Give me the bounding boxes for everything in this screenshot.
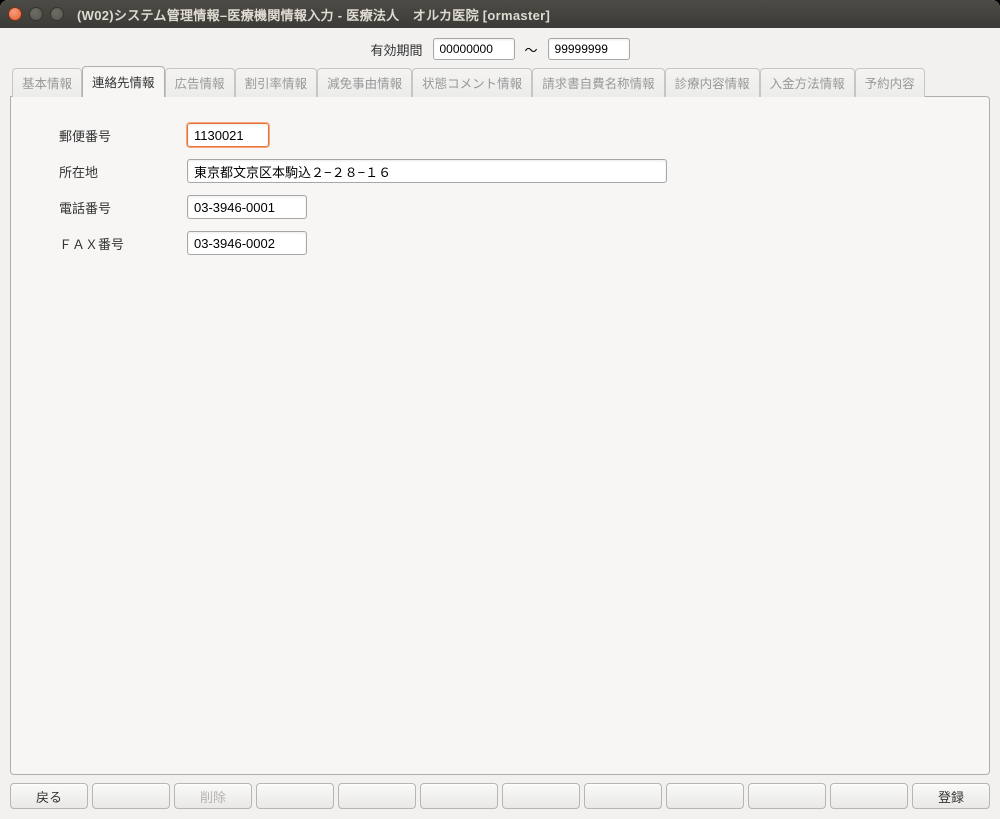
register-button[interactable]: 登録 <box>912 783 990 809</box>
button-4[interactable] <box>256 783 334 809</box>
close-icon[interactable] <box>8 7 22 21</box>
label-zip: 郵便番号 <box>41 126 187 145</box>
button-11[interactable] <box>830 783 908 809</box>
back-button[interactable]: 戻る <box>10 783 88 809</box>
row-zip: 郵便番号 <box>41 123 959 147</box>
row-fax: ＦＡＸ番号 <box>41 231 959 255</box>
tab-basic[interactable]: 基本情報 <box>12 68 82 97</box>
tab-advert[interactable]: 広告情報 <box>165 68 235 97</box>
label-tel: 電話番号 <box>41 198 187 217</box>
tab-treatment[interactable]: 診療内容情報 <box>665 68 760 97</box>
validity-label: 有効期間 <box>370 40 422 59</box>
maximize-icon[interactable] <box>50 7 64 21</box>
titlebar: (W02)システム管理情報–医療機関情報入力 - 医療法人 オルカ医院 [orm… <box>0 0 1000 28</box>
validity-to-input[interactable] <box>548 38 630 60</box>
tab-exemption[interactable]: 減免事由情報 <box>317 68 412 97</box>
button-5[interactable] <box>338 783 416 809</box>
row-address: 所在地 <box>41 159 959 183</box>
tab-contact[interactable]: 連絡先情報 <box>82 66 165 97</box>
tab-status[interactable]: 状態コメント情報 <box>412 68 532 97</box>
button-6[interactable] <box>420 783 498 809</box>
tab-reservation[interactable]: 予約内容 <box>855 68 925 97</box>
button-7[interactable] <box>502 783 580 809</box>
zip-input[interactable] <box>187 123 269 147</box>
fax-input[interactable] <box>187 231 307 255</box>
label-address: 所在地 <box>41 162 187 181</box>
button-2[interactable] <box>92 783 170 809</box>
delete-button[interactable]: 削除 <box>174 783 252 809</box>
window-title: (W02)システム管理情報–医療機関情報入力 - 医療法人 オルカ医院 [orm… <box>77 5 550 24</box>
tab-payment[interactable]: 入金方法情報 <box>760 68 855 97</box>
button-8[interactable] <box>584 783 662 809</box>
tab-invoice[interactable]: 請求書自費名称情報 <box>532 68 665 97</box>
minimize-icon[interactable] <box>29 7 43 21</box>
tab-bar: 基本情報 連絡先情報 広告情報 割引率情報 減免事由情報 状態コメント情報 請求… <box>10 66 990 97</box>
validity-from-input[interactable] <box>433 38 515 60</box>
tab-content: 郵便番号 所在地 電話番号 ＦＡＸ番号 <box>10 96 990 775</box>
content-area: 有効期間 ～ 基本情報 連絡先情報 広告情報 割引率情報 減免事由情報 状態コメ… <box>0 28 1000 819</box>
button-9[interactable] <box>666 783 744 809</box>
app-window: (W02)システム管理情報–医療機関情報入力 - 医療法人 オルカ医院 [orm… <box>0 0 1000 819</box>
row-tel: 電話番号 <box>41 195 959 219</box>
tel-input[interactable] <box>187 195 307 219</box>
tab-discount[interactable]: 割引率情報 <box>235 68 318 97</box>
button-10[interactable] <box>748 783 826 809</box>
label-fax: ＦＡＸ番号 <box>41 234 187 253</box>
address-input[interactable] <box>187 159 667 183</box>
validity-separator: ～ <box>525 40 538 59</box>
validity-row: 有効期間 ～ <box>10 36 990 60</box>
button-bar: 戻る 削除 登録 <box>10 775 990 819</box>
